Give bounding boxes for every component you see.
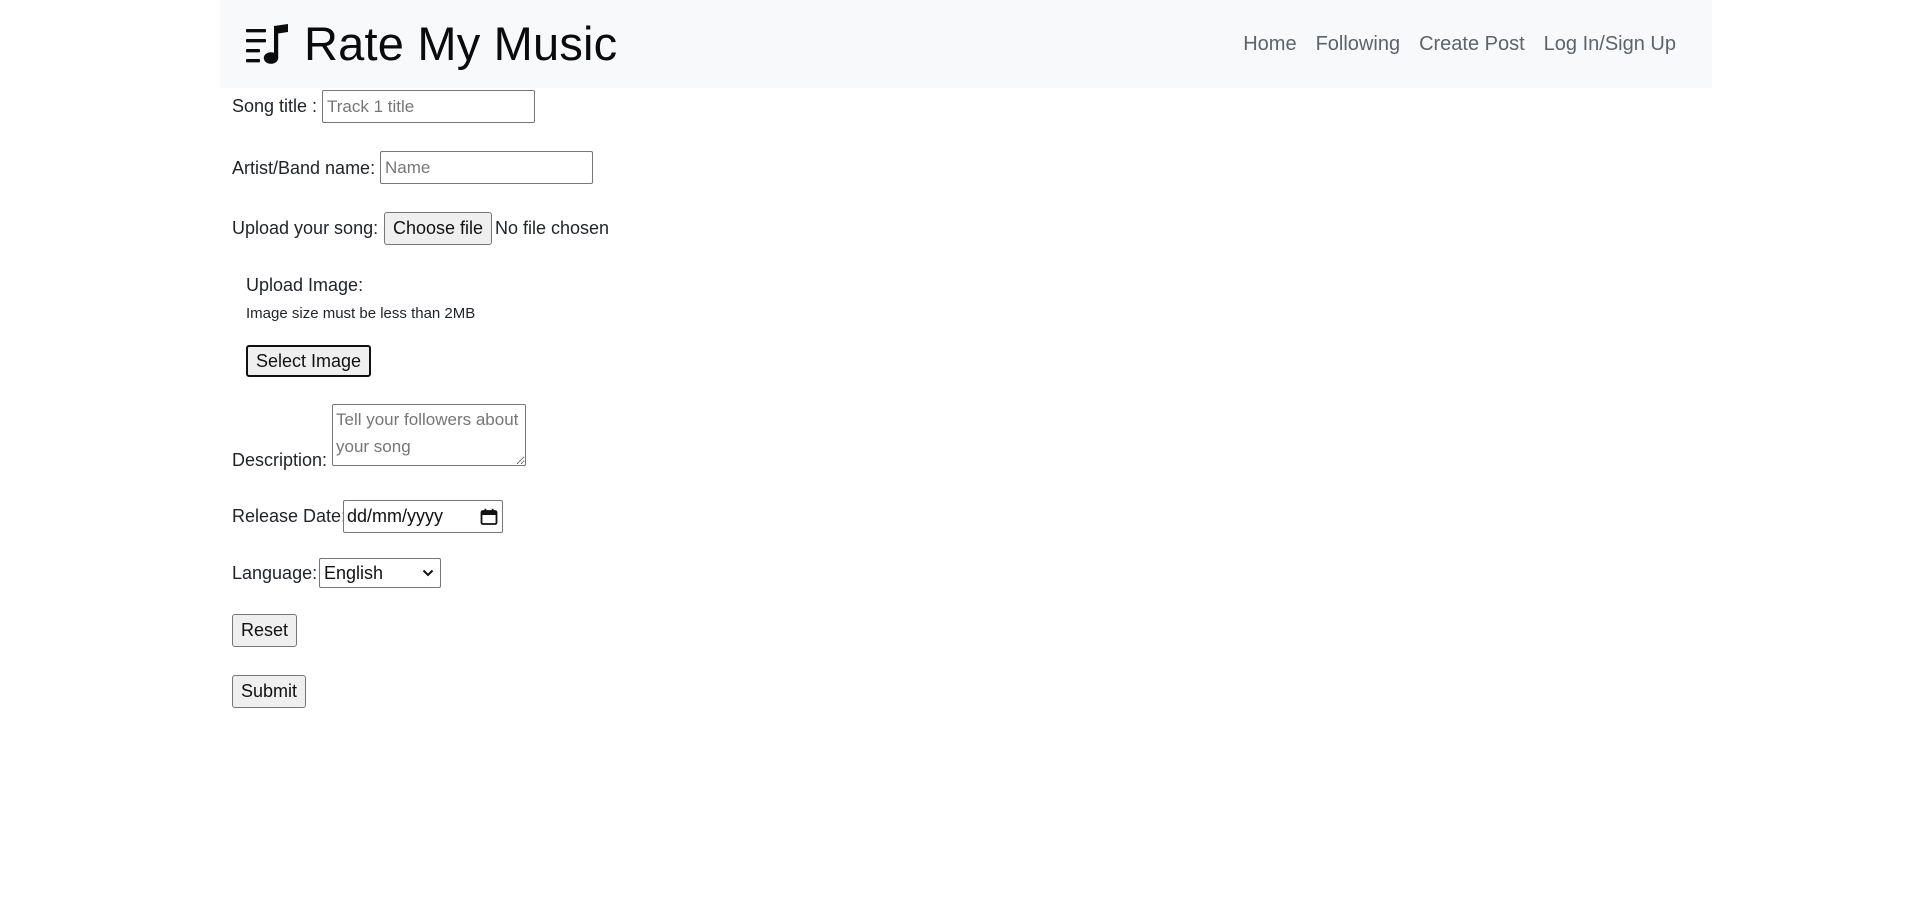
reset-button[interactable]: Reset bbox=[232, 614, 298, 647]
nav-following-link[interactable]: Following bbox=[1316, 30, 1400, 58]
nav-create-post-link[interactable]: Create Post bbox=[1419, 30, 1525, 58]
file-status-text: No file chosen bbox=[495, 218, 610, 238]
song-title-label: Song title : bbox=[232, 96, 318, 116]
language-label: Language: bbox=[232, 563, 318, 583]
image-size-note: Image size must be less than 2MB bbox=[246, 305, 476, 322]
song-title-input[interactable] bbox=[322, 90, 535, 123]
choose-file-button[interactable]: Choose file bbox=[384, 212, 493, 245]
nav-login-signup-link[interactable]: Log In/Sign Up bbox=[1544, 30, 1676, 58]
select-image-button[interactable]: Select Image bbox=[246, 345, 372, 377]
chevron-down-icon bbox=[422, 569, 434, 577]
artist-label: Artist/Band name: bbox=[232, 158, 376, 178]
description-label: Description: bbox=[232, 450, 328, 470]
nav-home-link[interactable]: Home bbox=[1243, 30, 1296, 58]
language-selected-value: English bbox=[324, 562, 384, 583]
release-date-label: Release Date: bbox=[232, 506, 347, 526]
language-select[interactable]: English bbox=[319, 558, 441, 588]
release-date-input[interactable]: dd/mm/yyyy bbox=[343, 500, 503, 533]
calendar-icon[interactable] bbox=[480, 508, 498, 526]
date-format-text: dd/mm/yyyy bbox=[347, 506, 444, 526]
nav-links: Home Following Create Post Log In/Sign U… bbox=[1243, 30, 1676, 58]
create-post-form: Song title : Artist/Band name: Upload yo… bbox=[232, 0, 1132, 908]
description-textarea[interactable] bbox=[332, 404, 526, 466]
submit-button[interactable]: Submit bbox=[232, 675, 307, 708]
upload-song-label: Upload your song: bbox=[232, 218, 379, 238]
upload-image-label: Upload Image: bbox=[246, 275, 364, 295]
artist-name-input[interactable] bbox=[380, 151, 593, 184]
